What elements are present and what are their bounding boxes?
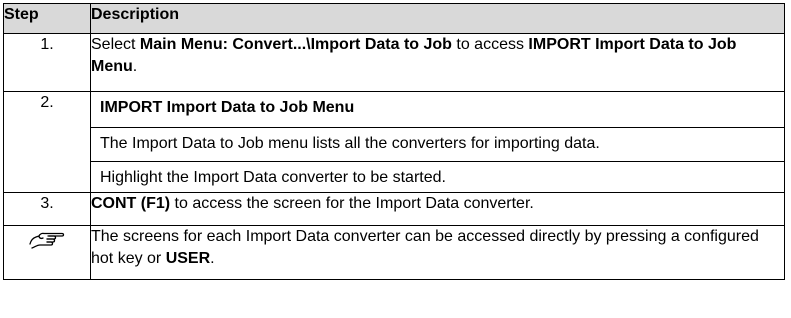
description-column-header: Description <box>90 3 785 34</box>
step-number: 3. <box>3 192 91 226</box>
table-row: 3. CONT (F1) to access the screen for th… <box>3 192 785 226</box>
step-text-cell: The Import Data to Job menu lists all th… <box>91 127 784 161</box>
table-row: 1. Select Main Menu: Convert...\Import D… <box>3 33 785 92</box>
text: . <box>210 250 215 267</box>
step-heading-cell: IMPORT Import Data to Job Menu <box>91 92 784 127</box>
text: to access the screen for the Import Data… <box>170 195 534 212</box>
text: Select <box>91 36 140 53</box>
table-header-row: Step Description <box>3 3 785 34</box>
text: Highlight the Import Data converter to b… <box>100 169 446 186</box>
step-text-cell: Highlight the Import Data converter to b… <box>91 161 784 192</box>
key-name: CONT (F1) <box>91 195 171 212</box>
text: The Import Data to Job menu lists all th… <box>100 135 600 152</box>
menu-path: Main Menu: Convert...\Import Data to Job <box>139 36 452 53</box>
key-name: USER <box>165 250 211 267</box>
table-row: The screens for each Import Data convert… <box>3 225 785 280</box>
text: . <box>132 58 138 75</box>
step-description: CONT (F1) to access the screen for the I… <box>90 192 785 226</box>
step-description: IMPORT Import Data to Job Menu The Impor… <box>90 91 785 193</box>
note-description: The screens for each Import Data convert… <box>90 225 785 280</box>
step-number: 1. <box>3 33 91 92</box>
screen-name: IMPORT Import Data to Job Menu <box>100 99 355 116</box>
step-number: 2. <box>3 91 91 193</box>
steps-table: Step Description 1. Select Main Menu: Co… <box>3 3 785 280</box>
step-description: Select Main Menu: Convert...\Import Data… <box>90 33 785 92</box>
step-column-header: Step <box>3 3 91 34</box>
pointing-hand-icon <box>29 232 65 249</box>
text: to access <box>451 36 529 53</box>
table-row: 2. IMPORT Import Data to Job Menu The Im… <box>3 91 785 193</box>
note-icon-cell <box>3 225 91 280</box>
